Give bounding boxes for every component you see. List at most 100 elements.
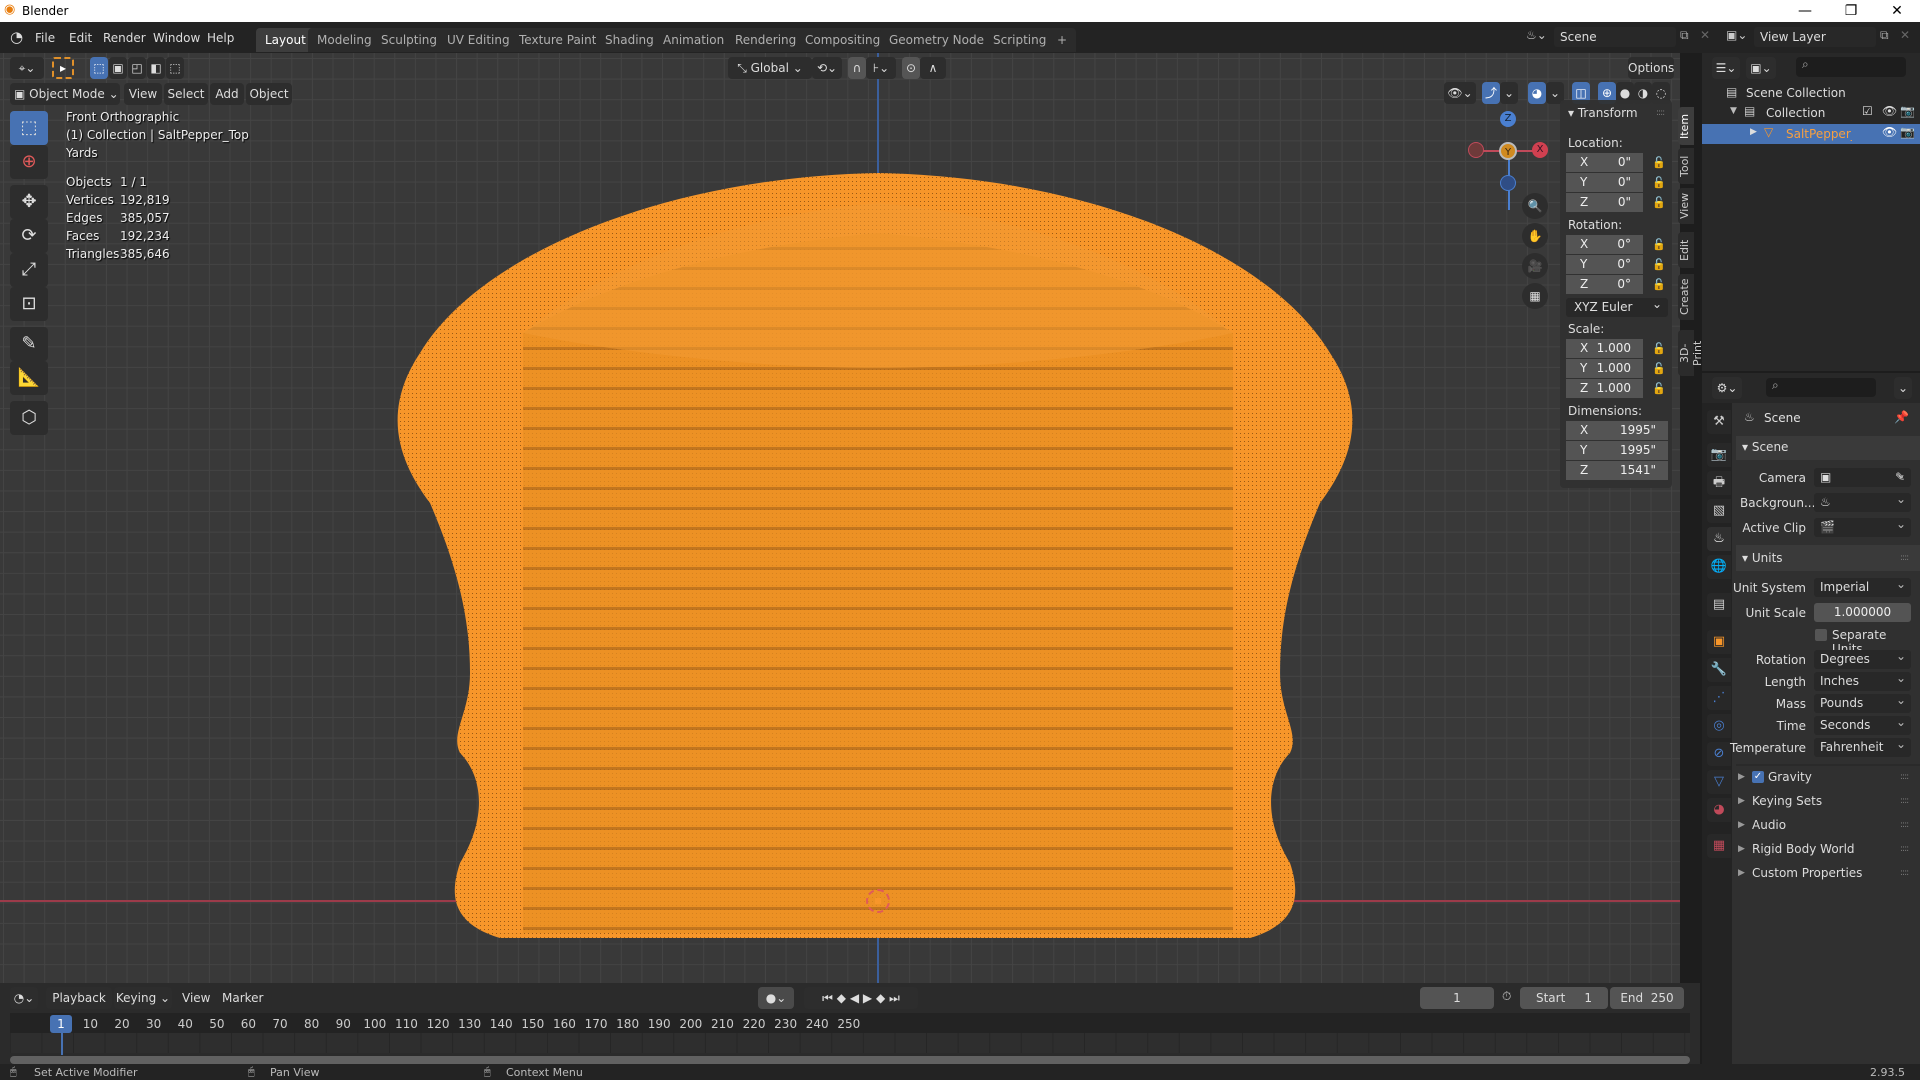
display-mode-dropdown-icon[interactable]: ☰⌄: [1712, 57, 1740, 79]
tool-transform-icon[interactable]: ⊡: [10, 287, 48, 321]
jump-end-icon[interactable]: ⏭: [889, 991, 900, 1005]
tab-modeling[interactable]: Modeling: [308, 28, 381, 52]
audio-section-title[interactable]: Audio: [1752, 818, 1786, 832]
end-frame-field[interactable]: End 250: [1610, 987, 1684, 1009]
location-y-field[interactable]: Y 0": [1566, 173, 1643, 192]
mode-invert-selection-icon[interactable]: ◧: [147, 57, 165, 79]
mass-dropdown[interactable]: Pounds: [1814, 691, 1911, 713]
visibility-dropdown-icon[interactable]: 👁⌄: [1444, 82, 1476, 104]
location-x-field[interactable]: X 0": [1566, 153, 1643, 172]
scale-z-field[interactable]: Z 1.000: [1566, 379, 1643, 398]
rotation-x-field[interactable]: X 0°: [1566, 235, 1643, 254]
current-frame-field[interactable]: 1: [1420, 987, 1494, 1009]
dimensions-z-field[interactable]: Z 1541": [1566, 461, 1668, 480]
minimize-button[interactable]: —: [1782, 0, 1828, 22]
toggle-ortho-grid-icon[interactable]: ▦: [1522, 283, 1548, 309]
menu-file[interactable]: File: [28, 28, 62, 48]
lock-icon[interactable]: 🔓: [1652, 156, 1666, 170]
gravity-section-title[interactable]: Gravity: [1768, 770, 1812, 784]
lock-icon[interactable]: 🔓: [1652, 238, 1666, 252]
viewport-menu-add[interactable]: Add: [210, 83, 244, 105]
auto-keying-icon[interactable]: ●⌄: [758, 987, 794, 1009]
tab-object-icon[interactable]: ▣: [1707, 630, 1731, 654]
unit-system-dropdown[interactable]: Imperial: [1814, 575, 1911, 597]
background-field[interactable]: ♨: [1814, 490, 1911, 512]
tool-cursor-icon[interactable]: ⊕: [10, 145, 48, 179]
eye-icon[interactable]: 👁: [1882, 104, 1897, 118]
tab-uv-editing[interactable]: UV Editing: [438, 28, 519, 52]
lock-icon[interactable]: 🔓: [1652, 278, 1666, 292]
tool-annotate-icon[interactable]: ✎: [10, 327, 48, 361]
view-layer-selector[interactable]: View Layer: [1754, 27, 1876, 47]
rotation-mode-dropdown[interactable]: XYZ Euler ⌄: [1566, 297, 1668, 317]
properties-options-dropdown-icon[interactable]: ⌄: [1894, 377, 1912, 399]
options-dropdown[interactable]: Options ⌄: [1628, 57, 1674, 97]
eye-icon[interactable]: 👁: [1882, 125, 1897, 139]
gizmo-toggle-icon[interactable]: ⤴: [1482, 82, 1500, 104]
length-dropdown[interactable]: Inches: [1814, 669, 1911, 691]
collection-label[interactable]: Collection: [1766, 106, 1825, 120]
drag-grip-icon[interactable]: ::::: [1900, 772, 1909, 782]
properties-editor-type-icon[interactable]: ⚙⌄: [1712, 377, 1742, 399]
pin-icon[interactable]: 📌: [1894, 410, 1909, 424]
sidebar-tab-3d-print[interactable]: 3D-Print: [1678, 330, 1704, 376]
collection-checkbox-icon[interactable]: ☑: [1862, 104, 1873, 118]
dimensions-y-field[interactable]: Y 1995": [1566, 441, 1668, 460]
pan-view-hand-icon[interactable]: ✋: [1522, 223, 1548, 249]
tab-compositing[interactable]: Compositing: [796, 28, 890, 52]
scene-section-title[interactable]: ▾ Scene: [1742, 440, 1788, 454]
sidebar-tab-edit[interactable]: Edit: [1678, 232, 1694, 268]
properties-search-input[interactable]: ⌕: [1766, 378, 1876, 397]
viewport-menu-object[interactable]: Object: [246, 83, 292, 105]
menu-window[interactable]: Window: [146, 28, 207, 48]
tool-rotate-icon[interactable]: ⟳: [10, 219, 48, 253]
tab-texture-paint[interactable]: Texture Paint: [510, 28, 606, 52]
tab-material-icon[interactable]: ◕: [1707, 798, 1731, 822]
outliner-search-input[interactable]: ⌕: [1796, 57, 1906, 77]
play-reverse-icon[interactable]: ◀: [850, 991, 859, 1005]
tab-modifiers-wrench-icon[interactable]: 🔧: [1707, 658, 1731, 682]
tab-rendering[interactable]: Rendering: [726, 28, 806, 52]
rotation-y-field[interactable]: Y 0°: [1566, 255, 1643, 274]
timeline-scrollbar[interactable]: [10, 1056, 1690, 1064]
filter-dropdown-icon[interactable]: ▣⌄: [1746, 57, 1776, 79]
drag-grip-icon[interactable]: ::::: [1900, 820, 1909, 830]
tab-shading[interactable]: Shading: [596, 28, 663, 52]
audio-expand-icon[interactable]: ▶: [1738, 820, 1745, 830]
tab-scripting[interactable]: Scripting: [984, 28, 1056, 52]
camera-render-icon[interactable]: 📷: [1900, 125, 1915, 139]
camera-render-icon[interactable]: 📷: [1900, 104, 1915, 118]
mode-extend-selection-icon[interactable]: ▣: [109, 57, 127, 79]
tool-scale-icon[interactable]: ⤢: [10, 253, 48, 287]
delete-scene-icon[interactable]: ✕: [1700, 28, 1710, 42]
gizmo-z-button[interactable]: Z: [1500, 111, 1516, 127]
new-view-layer-icon[interactable]: ⧉: [1880, 28, 1889, 43]
tab-render-icon[interactable]: 📷: [1707, 443, 1731, 467]
custom-properties-section-title[interactable]: Custom Properties: [1752, 866, 1862, 880]
new-scene-icon[interactable]: ⧉: [1680, 28, 1689, 43]
blender-menu-icon[interactable]: ◔: [10, 28, 23, 46]
mode-dropdown[interactable]: ▣ Object Mode ⌄: [10, 83, 120, 105]
tab-world-icon[interactable]: 🌐: [1707, 555, 1731, 579]
preview-range-stopwatch-icon[interactable]: ⏱: [1502, 989, 1511, 1004]
tab-output-icon[interactable]: 🖶: [1707, 471, 1731, 495]
units-section-title[interactable]: ▾ Units: [1742, 551, 1783, 565]
menu-render[interactable]: Render: [96, 28, 153, 48]
custom-properties-expand-icon[interactable]: ▶: [1738, 868, 1745, 878]
tab-tool-icon[interactable]: ⚒: [1707, 410, 1731, 434]
editor-type-button[interactable]: ⌖⌄: [10, 57, 44, 79]
lock-icon[interactable]: 🔓: [1652, 362, 1666, 376]
rigid-body-world-expand-icon[interactable]: ▶: [1738, 844, 1745, 854]
drag-grip-icon[interactable]: ::::: [1900, 796, 1909, 806]
object-expand-icon[interactable]: ▶: [1750, 127, 1757, 137]
gizmo-x-button[interactable]: X: [1532, 142, 1548, 158]
3d-viewport[interactable]: ⌖⌄ ▸ ⬚ ▣ ◰ ◧ ⬚ ⤡ Global ⌄ ⟲⌄ ∩ ⊦⌄ ⊙ ∧ Op…: [0, 53, 1680, 983]
gizmo-y-button[interactable]: Y: [1499, 142, 1517, 160]
timeline-menu-keying[interactable]: Keying ⌄: [114, 987, 172, 1009]
camera-view-icon[interactable]: 🎥: [1522, 253, 1548, 279]
tab-view-layer-icon[interactable]: ▧: [1707, 499, 1731, 523]
viewport-menu-select[interactable]: Select: [164, 83, 208, 105]
rotation-units-dropdown[interactable]: Degrees: [1814, 647, 1911, 669]
snap-target-dropdown[interactable]: ⊦⌄: [866, 57, 896, 79]
proportional-edit-icon[interactable]: ⊙: [902, 57, 920, 79]
